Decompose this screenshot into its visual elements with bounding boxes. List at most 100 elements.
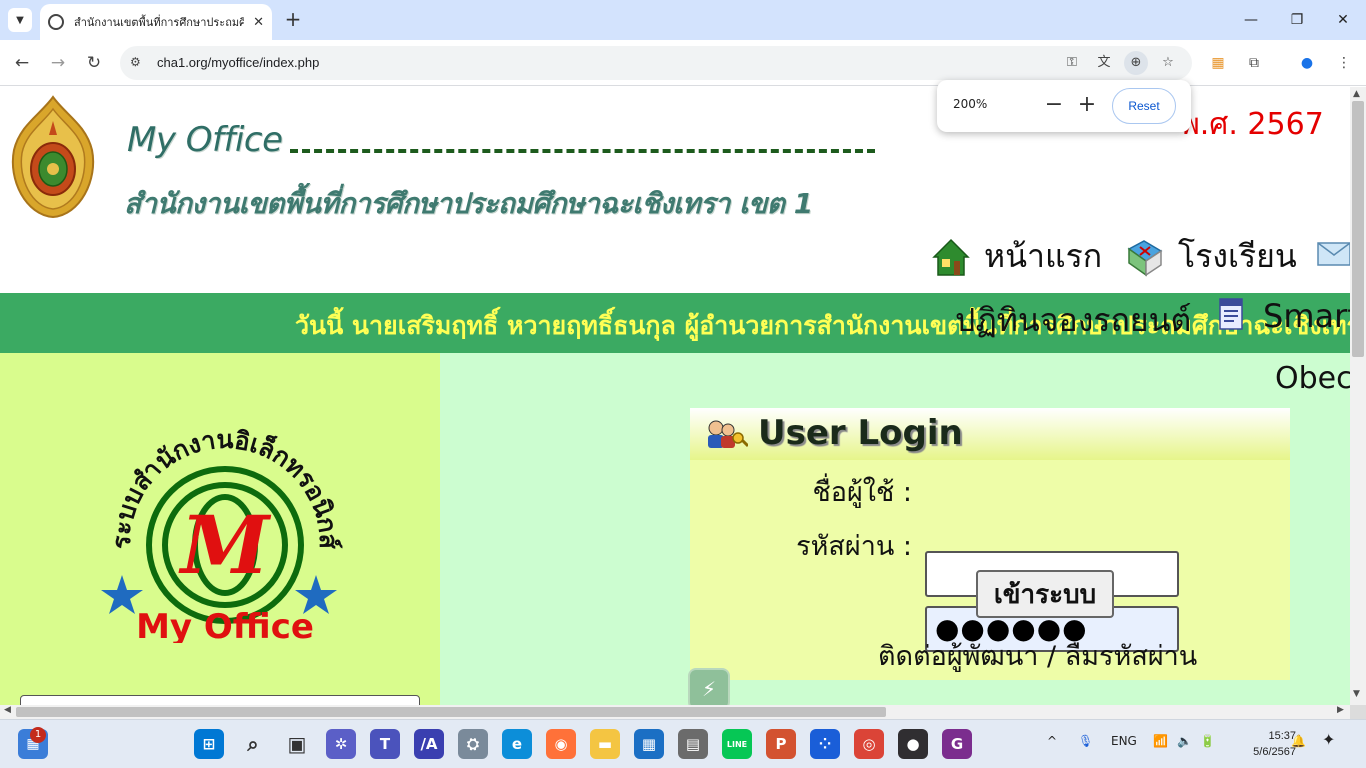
login-header: User Login xyxy=(690,408,1290,460)
emblem-letter: M xyxy=(178,498,272,592)
vector-app-icon[interactable]: /A xyxy=(414,729,444,759)
network-app-icon[interactable]: ⛭ xyxy=(458,729,488,759)
back-button[interactable]: ← xyxy=(10,51,34,75)
notification-badge: 1 xyxy=(30,727,46,743)
scroll-left-icon[interactable]: ◀ xyxy=(4,705,11,715)
vertical-scroll-thumb[interactable] xyxy=(1352,101,1364,357)
login-title: User Login xyxy=(758,413,963,453)
notification-bell-icon[interactable]: 🔔 xyxy=(1291,734,1306,748)
url-text[interactable]: cha1.org/myoffice/index.php xyxy=(157,55,319,70)
tab-close-icon[interactable]: ✕ xyxy=(253,15,264,30)
search-icon[interactable]: ⌕ xyxy=(238,729,268,759)
calculator-icon[interactable]: ▤ xyxy=(678,729,708,759)
zoom-icon[interactable]: ⊕ xyxy=(1124,51,1148,75)
site-info-icon[interactable]: ⚙ xyxy=(130,55,141,69)
menu-dots-icon[interactable]: ⋮ xyxy=(1333,52,1355,74)
restore-icon: ❐ xyxy=(1290,12,1304,28)
dice-app-icon[interactable]: ⁘ xyxy=(810,729,840,759)
start-icon[interactable]: ⊞ xyxy=(194,729,224,759)
globe-icon xyxy=(48,14,64,30)
store-icon[interactable]: ▦ xyxy=(634,729,664,759)
zoom-out-button[interactable]: − xyxy=(1041,92,1067,118)
myoffice-emblem: ระบบสำนักงานอิเล็กทรอนิกส์ M My Office xyxy=(101,425,343,643)
emblem-caption: My Office xyxy=(136,607,314,643)
forward-arrow-icon: → xyxy=(50,53,66,73)
nav-home-link[interactable]: หน้าแรก xyxy=(932,231,1102,282)
username-label: ชื่อผู้ใช้ : xyxy=(812,477,912,508)
pdf-app-icon[interactable]: G xyxy=(942,729,972,759)
scroll-up-icon[interactable]: ▲ xyxy=(1353,89,1360,99)
login-panel: User Login ชื่อผู้ใช้ : รหัสผ่าน : ●●●●●… xyxy=(690,408,1290,680)
mail-icon[interactable] xyxy=(1316,235,1350,271)
back-arrow-icon: ← xyxy=(14,53,30,73)
chevron-down-icon: ▼ xyxy=(16,14,24,26)
horizontal-scrollbar[interactable]: ◀ ▶ xyxy=(0,705,1350,719)
logo-subtitle: สำนักงานเขตพื้นที่การศึกษาประถมศึกษาฉะเช… xyxy=(124,187,813,220)
scroll-down-icon[interactable]: ▼ xyxy=(1353,689,1360,699)
page-viewport: My Office สำนักงานเขตพื้นที่การศึกษาประถ… xyxy=(0,87,1350,705)
horizontal-scroll-thumb[interactable] xyxy=(16,707,886,717)
file-explorer-icon[interactable]: ▬ xyxy=(590,729,620,759)
sidebar-panel xyxy=(20,695,420,705)
obs-icon[interactable]: ● xyxy=(898,729,928,759)
tab-search-button[interactable]: ▼ xyxy=(8,8,32,32)
login-button[interactable]: เข้าระบบ xyxy=(976,570,1114,618)
taskbar-clock[interactable]: 15:37 5/6/2567 xyxy=(1250,728,1296,760)
microphone-icon[interactable]: 🎙 xyxy=(1078,734,1093,748)
nav-smart-link[interactable]: Smart xyxy=(1263,297,1350,335)
zoom-level: 200% xyxy=(953,97,988,111)
language-indicator[interactable]: ENG xyxy=(1111,734,1137,748)
scroll-right-icon[interactable]: ▶ xyxy=(1337,705,1344,715)
address-bar[interactable]: ⚙ cha1.org/myoffice/index.php ⚿ 文 ⊕ ☆ xyxy=(120,46,1192,80)
teams-icon[interactable]: T xyxy=(370,729,400,759)
forgot-password-link[interactable]: ติดต่อผู้พัฒนา / ลืมรหัสผ่าน xyxy=(878,634,1197,677)
password-label: รหัสผ่าน : xyxy=(796,531,912,562)
password-key-icon[interactable]: ⚿ xyxy=(1060,51,1084,75)
minimize-button[interactable]: — xyxy=(1228,0,1274,40)
firefox-icon[interactable]: ◉ xyxy=(546,729,576,759)
new-tab-button[interactable]: + xyxy=(282,8,304,32)
close-icon: ✕ xyxy=(1337,12,1349,28)
map-icon xyxy=(1127,239,1163,276)
reload-icon: ↻ xyxy=(86,53,102,73)
minimize-icon: — xyxy=(1244,12,1258,28)
nav-calendar-link[interactable]: ปฏิทินจองรถยนต์ xyxy=(955,295,1191,346)
volume-icon[interactable]: 🔈 xyxy=(1177,734,1192,748)
copilot-icon[interactable]: ✦ xyxy=(1322,730,1335,749)
reload-button[interactable]: ↻ xyxy=(82,51,106,75)
logo-title: My Office xyxy=(127,120,283,160)
edge-icon[interactable]: e xyxy=(502,729,532,759)
extension-app-icon[interactable]: ▦ xyxy=(1207,52,1229,74)
browser-tab[interactable]: สำนักงานเขตพื้นที่การศึกษาประถมศึ ✕ xyxy=(40,4,272,40)
clock-date: 5/6/2567 xyxy=(1253,746,1296,758)
restore-button[interactable]: ❐ xyxy=(1274,0,1320,40)
tray-chevron-icon[interactable]: ^ xyxy=(1047,734,1057,748)
close-window-button[interactable]: ✕ xyxy=(1320,0,1366,40)
obec-link[interactable]: Obec xyxy=(1275,361,1350,396)
line-icon[interactable]: LINE xyxy=(722,729,752,759)
wifi-icon[interactable]: 📶 xyxy=(1153,734,1168,748)
battery-icon[interactable]: 🔋 xyxy=(1200,734,1215,748)
nav-school-label: โรงเรียน xyxy=(1178,237,1297,275)
home-icon xyxy=(932,238,970,276)
chrome-icon[interactable]: ◎ xyxy=(854,729,884,759)
powerpoint-icon[interactable]: P xyxy=(766,729,796,759)
zoom-popup: 200% − + Reset xyxy=(937,80,1191,132)
nav-school-link[interactable]: โรงเรียน xyxy=(1126,231,1297,282)
vertical-scrollbar[interactable]: ▲ ▼ xyxy=(1350,87,1366,705)
forward-button[interactable]: → xyxy=(46,51,70,75)
floating-widget-button[interactable]: ⚡ xyxy=(688,668,730,710)
pinwheel-app-icon[interactable]: ✲ xyxy=(326,729,356,759)
logo-divider xyxy=(290,149,875,153)
bookmark-star-icon[interactable]: ☆ xyxy=(1156,51,1180,75)
extensions-puzzle-icon[interactable]: ⧉ xyxy=(1243,52,1265,74)
task-view-icon[interactable]: ▣ xyxy=(282,729,312,759)
translate-icon[interactable]: 文 xyxy=(1092,51,1116,75)
zoom-in-button[interactable]: + xyxy=(1074,92,1100,118)
date-text: พ.ศ. 2567 xyxy=(1180,107,1324,142)
zoom-reset-button[interactable]: Reset xyxy=(1112,88,1176,124)
document-icon xyxy=(1219,298,1243,330)
nav-home-label: หน้าแรก xyxy=(984,237,1103,275)
left-sidebar: ระบบสำนักงานอิเล็กทรอนิกส์ M My Office xyxy=(0,353,440,705)
profile-icon[interactable]: ● xyxy=(1296,52,1318,74)
